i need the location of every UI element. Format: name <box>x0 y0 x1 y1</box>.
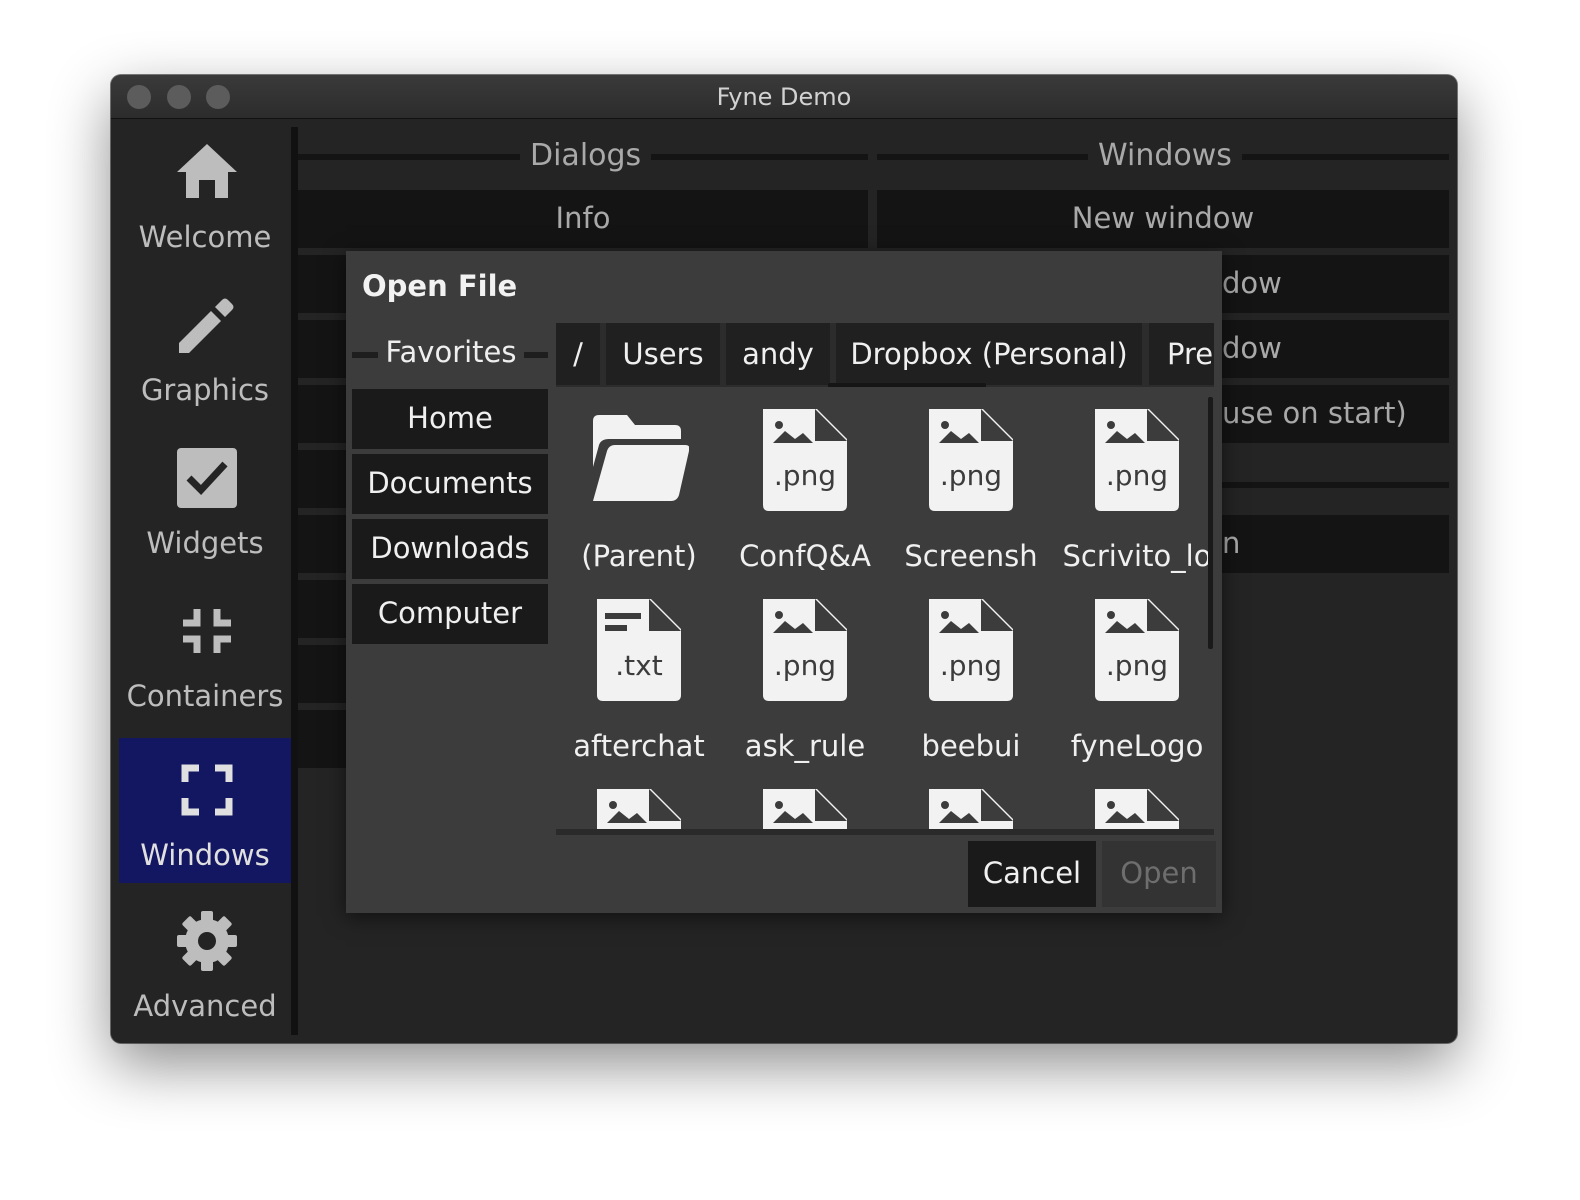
folder-icon <box>593 415 689 501</box>
favorite-home[interactable]: Home <box>352 389 548 449</box>
sidebar-item-label: Widgets <box>146 526 264 560</box>
image-file-icon: .png <box>1095 599 1179 701</box>
dialog-button-row-4[interactable] <box>298 385 348 443</box>
dialog-button-row-2[interactable] <box>298 255 348 313</box>
fullscreen-icon <box>181 764 233 816</box>
image-file-icon <box>1095 789 1179 833</box>
sidebar-item-windows[interactable]: Windows <box>119 738 291 883</box>
svg-text:.png: .png <box>1106 459 1168 492</box>
home-icon <box>177 144 237 198</box>
file-item-afterchat[interactable]: .txt afterchat <box>556 579 722 769</box>
file-name: fyneLogo <box>1070 729 1204 763</box>
title-bar: Fyne Demo <box>111 75 1457 119</box>
image-file-icon: .png <box>929 409 1013 511</box>
breadcrumb-andy[interactable]: andy <box>726 323 830 385</box>
favorites-separator-left <box>352 352 378 358</box>
dialogs-section-title: Dialogs <box>520 138 652 173</box>
breadcrumb-root[interactable]: / <box>556 323 600 385</box>
file-name: Scrivito_lo <box>1062 539 1212 573</box>
dialog-button-row-5[interactable] <box>298 450 348 508</box>
file-name: (Parent) <box>581 539 697 573</box>
image-file-icon <box>763 789 847 833</box>
dialog-title: Open File <box>362 269 518 303</box>
windows-section-title: Windows <box>1088 138 1242 173</box>
svg-text:.txt: .txt <box>615 649 662 682</box>
cancel-button[interactable]: Cancel <box>968 841 1096 907</box>
file-item-screensh[interactable]: .png Screensh <box>888 389 1054 579</box>
svg-text:.png: .png <box>940 459 1002 492</box>
favorites-separator-right <box>524 352 548 358</box>
window-title: Fyne Demo <box>716 83 852 111</box>
dialog-button-row-8[interactable] <box>298 645 348 703</box>
breadcrumb-users[interactable]: Users <box>606 323 720 385</box>
checkbox-icon <box>177 448 237 508</box>
favorite-computer[interactable]: Computer <box>352 584 548 644</box>
file-grid-bottom-edge <box>556 829 1214 835</box>
breadcrumb-dropbox[interactable]: Dropbox (Personal) <box>836 323 1142 385</box>
dialog-button-row-7[interactable] <box>298 580 348 638</box>
file-item-ask-rule[interactable]: .png ask_rule <box>722 579 888 769</box>
file-item[interactable] <box>888 769 1054 833</box>
file-item[interactable] <box>722 769 888 833</box>
image-file-icon: .png <box>763 409 847 511</box>
open-file-dialog: Open File Favorites Home Documents Downl… <box>346 251 1222 913</box>
svg-text:.png: .png <box>940 649 1002 682</box>
sidebar-item-welcome[interactable]: Welcome <box>119 120 291 265</box>
gear-icon <box>177 911 237 971</box>
image-file-icon: .png <box>929 599 1013 701</box>
collapse-icon <box>183 609 231 653</box>
image-file-icon: .png <box>763 599 847 701</box>
dialog-button-row-6[interactable] <box>298 515 348 573</box>
sidebar-item-label: Advanced <box>133 989 277 1023</box>
pencil-icon <box>179 298 234 353</box>
sidebar-item-label: Containers <box>126 679 284 713</box>
file-grid-scrollbar[interactable] <box>1208 397 1213 649</box>
file-name: beebui <box>921 729 1021 763</box>
file-item-fynelogo[interactable]: .png fyneLogo <box>1054 579 1214 769</box>
svg-text:.png: .png <box>1106 649 1168 682</box>
sidebar-item-label: Welcome <box>138 220 272 254</box>
svg-text:.png: .png <box>774 459 836 492</box>
sidebar-item-graphics[interactable]: Graphics <box>119 273 291 418</box>
file-name: afterchat <box>573 729 705 763</box>
new-window-button[interactable]: New window <box>877 190 1449 248</box>
dialog-button-row-3[interactable] <box>298 320 348 378</box>
image-file-icon <box>597 789 681 833</box>
favorite-documents[interactable]: Documents <box>352 454 548 514</box>
sidebar-item-advanced[interactable]: Advanced <box>119 889 291 1034</box>
breadcrumb: / Users andy Dropbox (Personal) Pre <box>556 323 1214 387</box>
favorite-downloads[interactable]: Downloads <box>352 519 548 579</box>
open-button[interactable]: Open <box>1102 841 1216 907</box>
breadcrumb-scrollbar[interactable] <box>828 383 986 387</box>
sidebar-item-widgets[interactable]: Widgets <box>119 426 291 571</box>
file-item-confqa[interactable]: .png ConfQ&A <box>722 389 888 579</box>
file-name: ConfQ&A <box>739 539 871 573</box>
image-file-icon: .png <box>1095 409 1179 511</box>
file-item-scrivito[interactable]: .png Scrivito_lo <box>1054 389 1214 579</box>
sidebar-divider[interactable] <box>291 127 298 1035</box>
file-name: Screensh <box>904 539 1038 573</box>
breadcrumb-pre[interactable]: Pre <box>1149 323 1214 385</box>
file-name: ask_rule <box>744 729 866 763</box>
file-item[interactable] <box>556 769 722 833</box>
text-file-icon: .txt <box>597 599 681 701</box>
info-button[interactable]: Info <box>298 190 868 248</box>
sidebar-item-label: Windows <box>140 838 270 872</box>
svg-text:.png: .png <box>774 649 836 682</box>
dialog-button-row-9[interactable] <box>298 710 348 768</box>
file-item-parent[interactable]: (Parent) <box>556 389 722 579</box>
file-item[interactable] <box>1054 769 1214 833</box>
sidebar-item-label: Graphics <box>140 373 270 407</box>
file-item-beebui[interactable]: .png beebui <box>888 579 1054 769</box>
sidebar: Welcome Graphics Widgets Containers Wind… <box>111 120 291 1043</box>
sidebar-item-containers[interactable]: Containers <box>119 579 291 724</box>
file-grid: (Parent) .png ConfQ&A .png Screensh .png… <box>556 389 1214 833</box>
image-file-icon <box>929 789 1013 833</box>
favorites-title: Favorites <box>385 335 517 369</box>
